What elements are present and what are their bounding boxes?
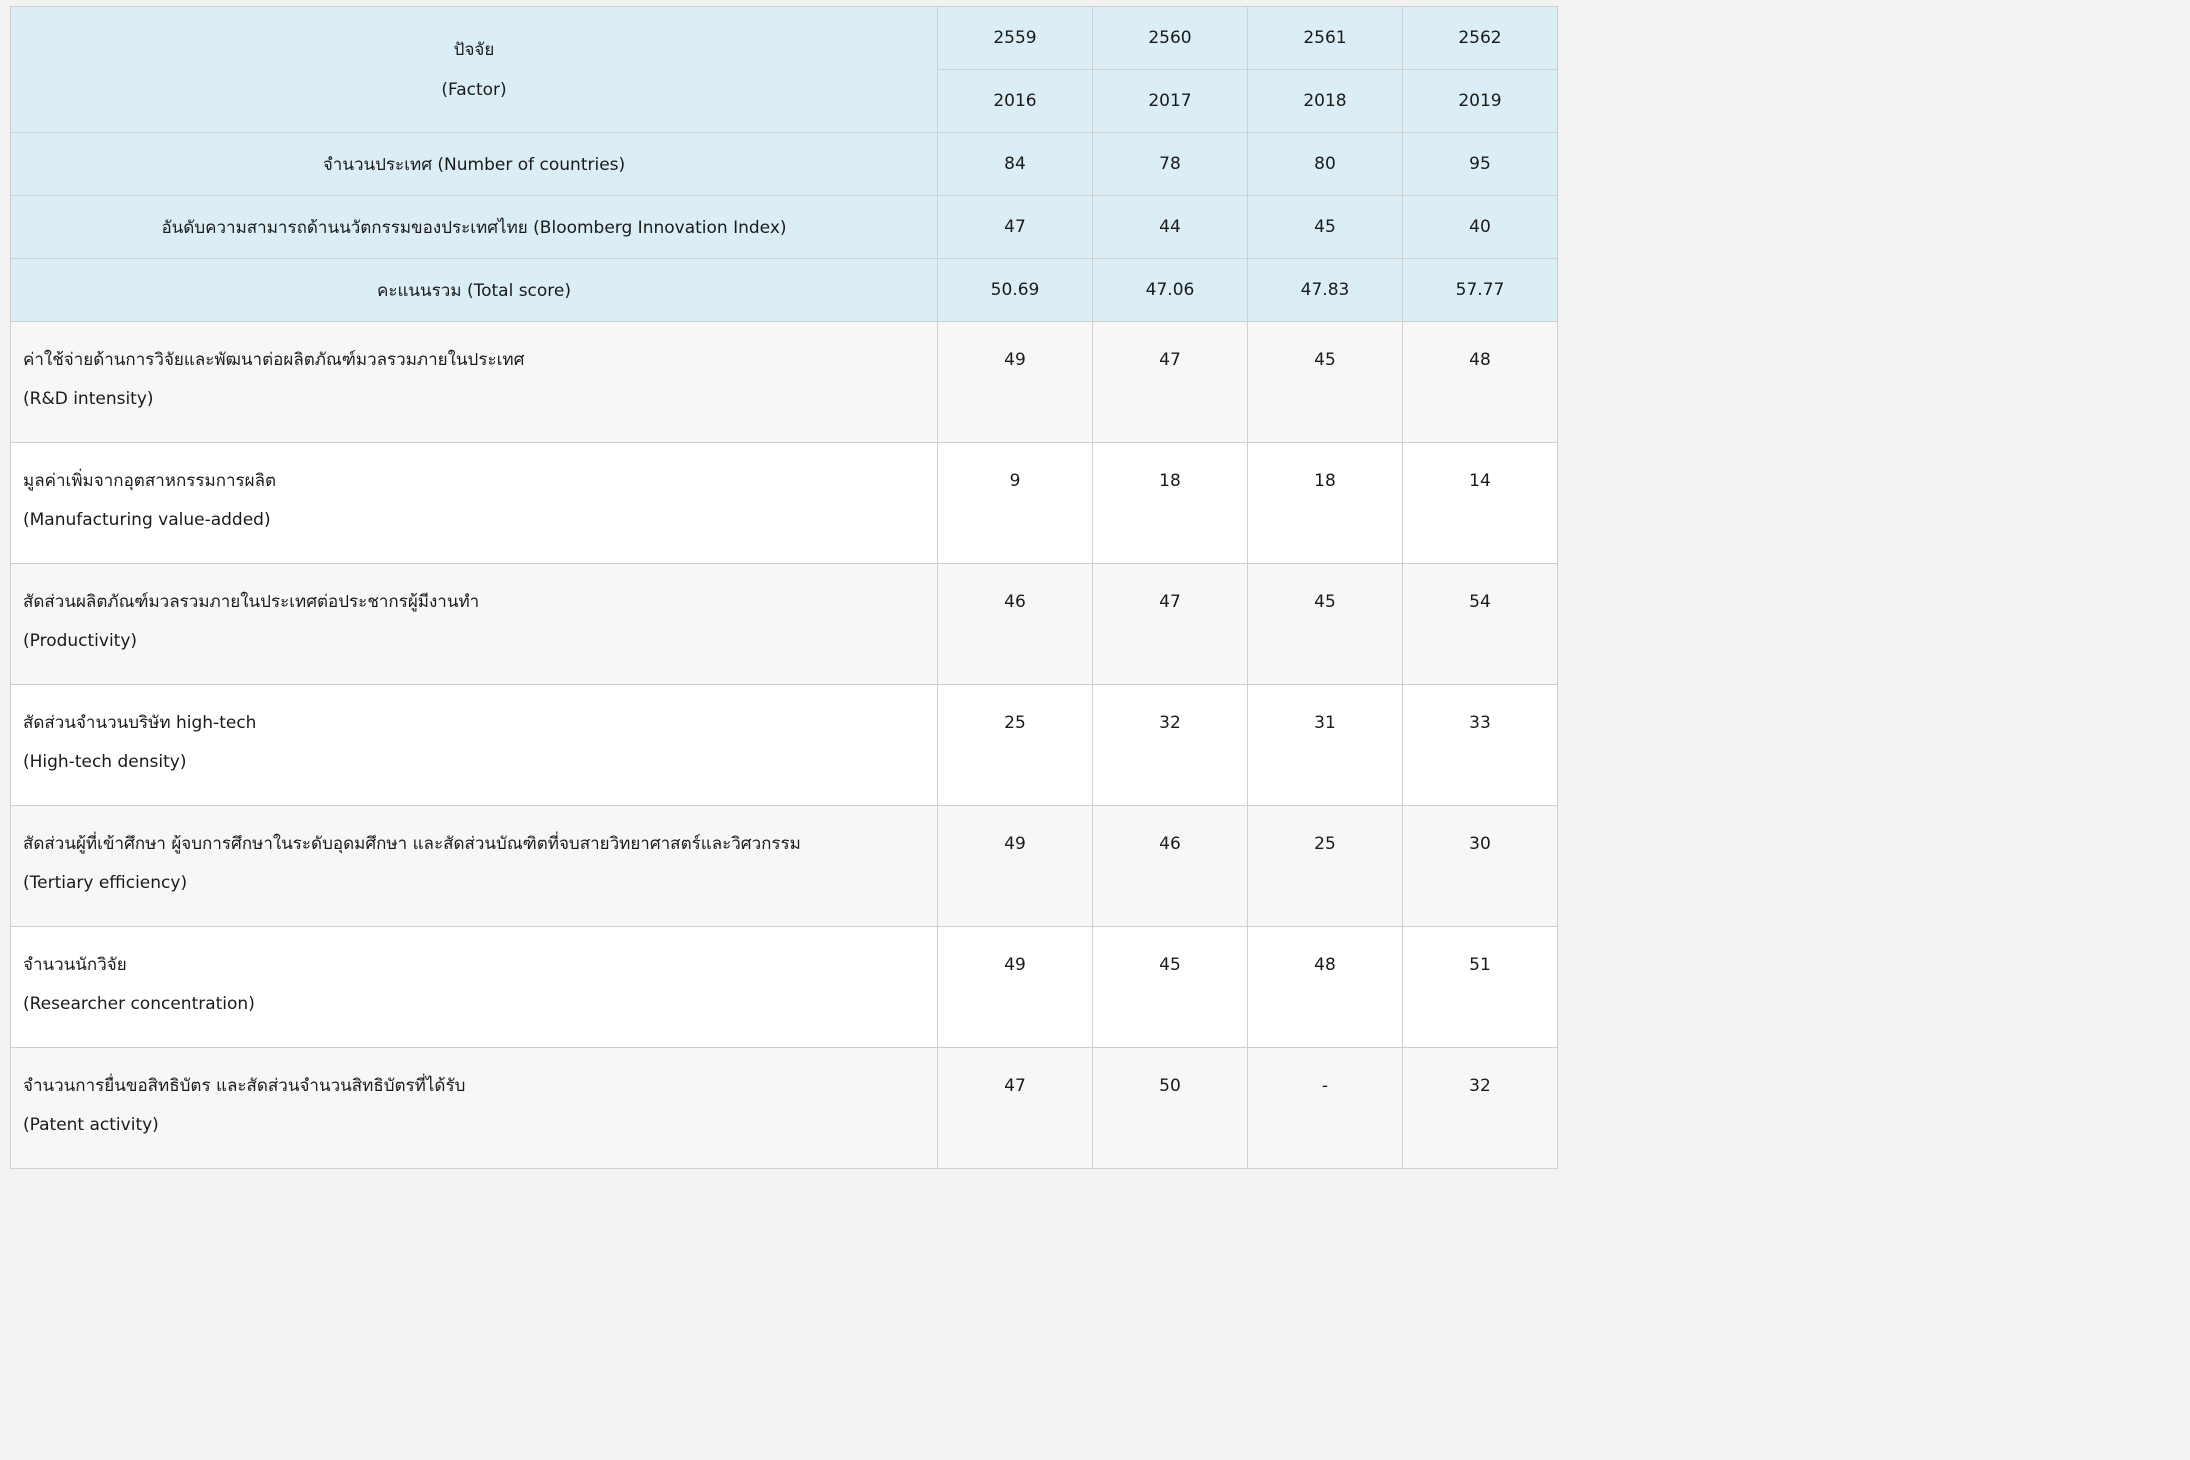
value-cell: 31 [1247, 684, 1403, 806]
value-cell: 45 [1247, 563, 1403, 685]
summary-row-rank: อันดับความสามารถด้านนวัตกรรมของประเทศไทย… [10, 195, 1558, 259]
factor-label-cell: สัดส่วนผลิตภัณฑ์มวลรวมภายในประเทศต่อประช… [10, 563, 938, 685]
summary-label: จำนวนประเทศ (Number of countries) [10, 132, 938, 196]
value-cell: 49 [937, 926, 1093, 1048]
value-cell: 45 [1092, 926, 1248, 1048]
summary-value: 47.06 [1092, 258, 1248, 322]
value-cell: 9 [937, 442, 1093, 564]
page: ปัจจัย (Factor) 2559 2560 2561 2562 2016… [0, 0, 1568, 1169]
summary-value: 78 [1092, 132, 1248, 196]
year-be-header: 2562 [1402, 6, 1558, 70]
summary-value: 47 [937, 195, 1093, 259]
year-ce-header: 2017 [1092, 69, 1248, 133]
factor-header-th: ปัจจัย [453, 39, 495, 60]
value-cell: 30 [1402, 805, 1558, 927]
year-be-header: 2561 [1247, 6, 1403, 70]
value-cell: 18 [1247, 442, 1403, 564]
value-cell: 33 [1402, 684, 1558, 806]
table-row: ค่าใช้จ่ายด้านการวิจัยและพัฒนาต่อผลิตภัณ… [10, 321, 1558, 443]
factor-label-en: (Patent activity) [23, 1115, 159, 1135]
value-cell: 46 [1092, 805, 1248, 927]
table-row: จำนวนการยื่นขอสิทธิบัตร และสัดส่วนจำนวนส… [10, 1047, 1558, 1169]
value-cell: 49 [937, 321, 1093, 443]
summary-value: 40 [1402, 195, 1558, 259]
factor-label-cell: สัดส่วนจำนวนบริษัท high-tech (High-tech … [10, 684, 938, 806]
value-cell: 50 [1092, 1047, 1248, 1169]
value-cell: 54 [1402, 563, 1558, 685]
factor-label-th: มูลค่าเพิ่มจากอุตสาหกรรมการผลิต [23, 471, 277, 491]
factor-label-en: (R&D intensity) [23, 389, 154, 409]
value-cell: 25 [937, 684, 1093, 806]
summary-value: 44 [1092, 195, 1248, 259]
year-ce-header: 2019 [1402, 69, 1558, 133]
factor-label-en: (High-tech density) [23, 752, 187, 772]
factor-label-cell: มูลค่าเพิ่มจากอุตสาหกรรมการผลิต (Manufac… [10, 442, 938, 564]
factor-label-th: สัดส่วนผลิตภัณฑ์มวลรวมภายในประเทศต่อประช… [23, 592, 480, 612]
summary-label: อันดับความสามารถด้านนวัตกรรมของประเทศไทย… [10, 195, 938, 259]
summary-value: 57.77 [1402, 258, 1558, 322]
table-row: สัดส่วนจำนวนบริษัท high-tech (High-tech … [10, 684, 1558, 806]
factor-header-cell: ปัจจัย (Factor) [10, 6, 938, 133]
summary-row-countries: จำนวนประเทศ (Number of countries) 84 78 … [10, 132, 1558, 196]
table-row: จำนวนนักวิจัย (Researcher concentration)… [10, 926, 1558, 1048]
value-cell: 51 [1402, 926, 1558, 1048]
year-ce-header: 2016 [937, 69, 1093, 133]
value-cell: 18 [1092, 442, 1248, 564]
value-cell: 48 [1247, 926, 1403, 1048]
header-row-be: ปัจจัย (Factor) 2559 2560 2561 2562 [10, 6, 1558, 133]
value-cell: - [1247, 1047, 1403, 1169]
year-be-header: 2560 [1092, 6, 1248, 70]
value-cell: 45 [1247, 321, 1403, 443]
summary-value: 50.69 [937, 258, 1093, 322]
factor-header-en: (Factor) [441, 79, 507, 100]
factor-label-cell: จำนวนการยื่นขอสิทธิบัตร และสัดส่วนจำนวนส… [10, 1047, 938, 1169]
summary-value: 47.83 [1247, 258, 1403, 322]
factor-label-cell: สัดส่วนผู้ที่เข้าศึกษา ผู้จบการศึกษาในระ… [10, 805, 938, 927]
value-cell: 14 [1402, 442, 1558, 564]
factor-label-cell: จำนวนนักวิจัย (Researcher concentration) [10, 926, 938, 1048]
factor-label-th: สัดส่วนจำนวนบริษัท high-tech [23, 713, 257, 733]
summary-value: 45 [1247, 195, 1403, 259]
factor-label-en: (Researcher concentration) [23, 994, 255, 1014]
factor-label-th: สัดส่วนผู้ที่เข้าศึกษา ผู้จบการศึกษาในระ… [23, 834, 801, 854]
factor-label-th: ค่าใช้จ่ายด้านการวิจัยและพัฒนาต่อผลิตภัณ… [23, 350, 525, 370]
summary-label: คะแนนรวม (Total score) [10, 258, 938, 322]
value-cell: 48 [1402, 321, 1558, 443]
value-cell: 46 [937, 563, 1093, 685]
value-cell: 25 [1247, 805, 1403, 927]
value-cell: 32 [1402, 1047, 1558, 1169]
value-cell: 47 [937, 1047, 1093, 1169]
value-cell: 47 [1092, 563, 1248, 685]
year-be-header: 2559 [937, 6, 1093, 70]
summary-value: 84 [937, 132, 1093, 196]
table-row: มูลค่าเพิ่มจากอุตสาหกรรมการผลิต (Manufac… [10, 442, 1558, 564]
summary-value: 80 [1247, 132, 1403, 196]
year-ce-header: 2018 [1247, 69, 1403, 133]
factor-label-en: (Manufacturing value-added) [23, 510, 271, 530]
factor-label-th: จำนวนการยื่นขอสิทธิบัตร และสัดส่วนจำนวนส… [23, 1076, 466, 1096]
value-cell: 32 [1092, 684, 1248, 806]
factor-label-en: (Tertiary efficiency) [23, 873, 188, 893]
factor-label-th: จำนวนนักวิจัย [23, 955, 127, 975]
factor-label-en: (Productivity) [23, 631, 138, 651]
summary-row-total-score: คะแนนรวม (Total score) 50.69 47.06 47.83… [10, 258, 1558, 322]
value-cell: 49 [937, 805, 1093, 927]
factor-label-cell: ค่าใช้จ่ายด้านการวิจัยและพัฒนาต่อผลิตภัณ… [10, 321, 938, 443]
table-row: สัดส่วนผลิตภัณฑ์มวลรวมภายในประเทศต่อประช… [10, 563, 1558, 685]
summary-value: 95 [1402, 132, 1558, 196]
innovation-index-table: ปัจจัย (Factor) 2559 2560 2561 2562 2016… [10, 6, 1558, 1169]
table-row: สัดส่วนผู้ที่เข้าศึกษา ผู้จบการศึกษาในระ… [10, 805, 1558, 927]
value-cell: 47 [1092, 321, 1248, 443]
